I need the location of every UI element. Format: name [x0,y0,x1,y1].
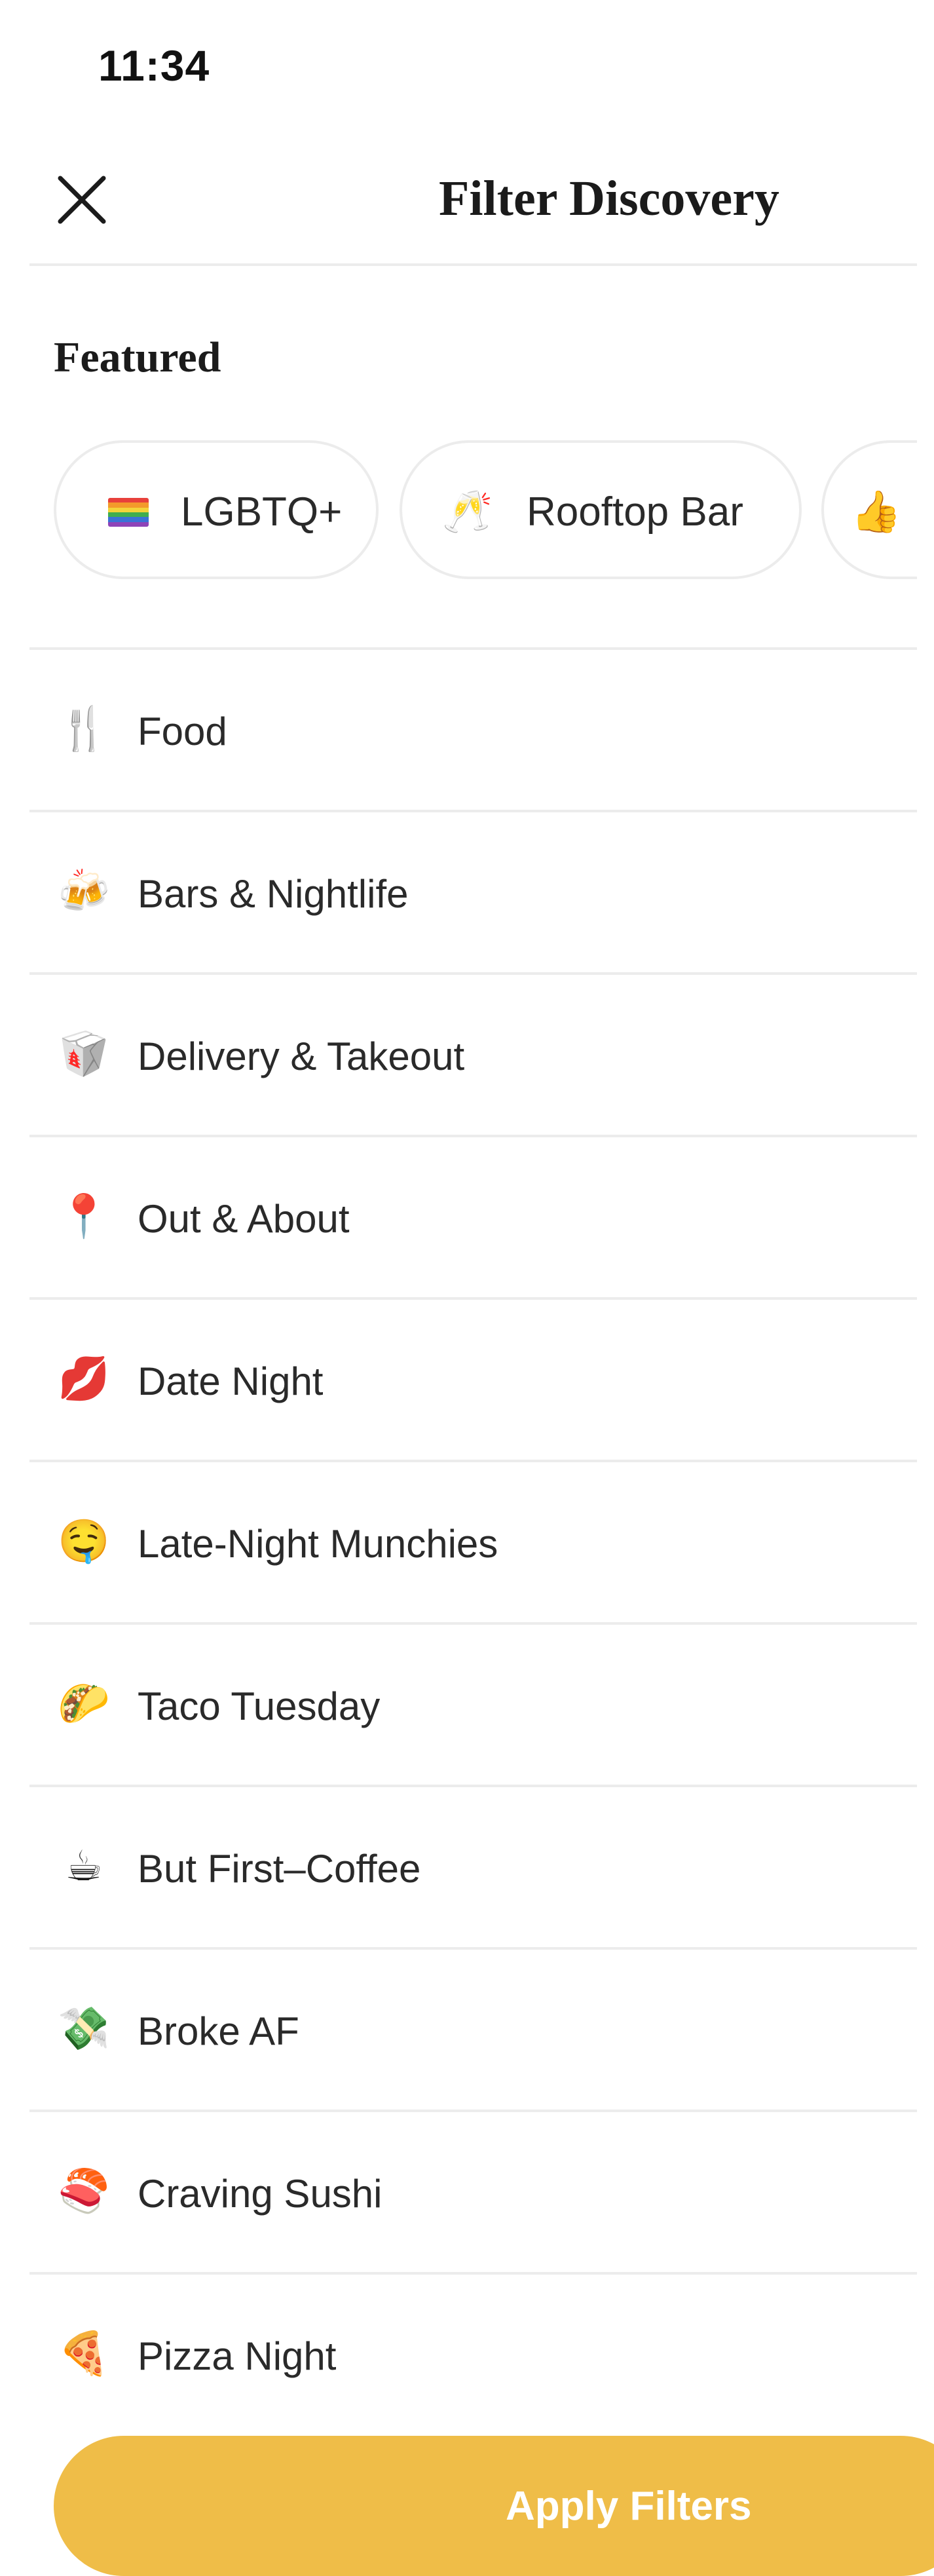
category-item-food[interactable]: 🍴 Food [29,650,917,812]
category-label: Delivery & Takeout [138,1034,465,1078]
featured-section-title: Featured [54,333,221,381]
takeout-box-icon: 🥡 [58,1030,110,1077]
drooling-face-icon: 🤤 [58,1517,110,1564]
category-item-broke-af[interactable]: 💸 Broke AF [29,1950,917,2112]
close-icon [58,176,106,224]
flying-money-icon: 💸 [58,2005,110,2052]
chip-label: Rooftop Bar [527,489,743,535]
status-bar-time: 11:34 [98,41,210,90]
category-item-out-about[interactable]: 📍 Out & About [29,1137,917,1300]
lips-icon: 💋 [58,1355,110,1402]
category-label: Date Night [138,1359,324,1403]
pizza-icon: 🍕 [58,2330,110,2377]
category-label: Craving Sushi [138,2172,383,2216]
category-item-taco-tuesday[interactable]: 🌮 Taco Tuesday [29,1625,917,1787]
category-item-late-night-munchies[interactable]: 🤤 Late-Night Munchies [29,1462,917,1625]
category-item-bars-nightlife[interactable]: 🍻 Bars & Nightlife [29,812,917,975]
category-item-delivery-takeout[interactable]: 🥡 Delivery & Takeout [29,975,917,1137]
category-list: 🍴 Food 🍻 Bars & Nightlife 🥡 Delivery & T… [29,650,917,2437]
chip-label: LGBTQ+ [181,489,343,535]
category-label: Late-Night Munchies [138,1522,498,1566]
close-button[interactable] [46,164,118,236]
category-item-pizza-night[interactable]: 🍕 Pizza Night [29,2275,917,2437]
chip-thumbs-up[interactable]: 👍 [821,440,917,579]
category-label: Taco Tuesday [138,1684,381,1728]
category-item-craving-sushi[interactable]: 🍣 Craving Sushi [29,2112,917,2275]
champagne-toast-icon: 🥂 [442,489,493,535]
taco-icon: 🌮 [58,1680,110,1727]
category-label: Broke AF [138,2009,299,2053]
featured-chips-row[interactable]: LGBTQ+ 🥂 Rooftop Bar 👍 [54,440,917,584]
category-label: Bars & Nightlife [138,872,409,916]
page-title: Filter Discovery [439,171,779,226]
category-label: Food [138,710,227,753]
category-label: Out & About [138,1197,350,1241]
map-pin-icon: 📍 [58,1192,110,1240]
thumbs-up-icon: 👍 [851,489,902,535]
rainbow-flag-icon [96,480,161,545]
apply-filters-button[interactable]: Apply Filters [54,2436,934,2576]
header-divider [29,263,917,266]
category-item-but-first-coffee[interactable]: ☕ But First–Coffee [29,1787,917,1950]
sushi-icon: 🍣 [58,2167,110,2214]
category-label: But First–Coffee [138,1847,421,1891]
chip-lgbtq[interactable]: LGBTQ+ [54,440,379,579]
category-label: Pizza Night [138,2334,337,2378]
beer-mugs-icon: 🍻 [58,867,110,915]
fork-knife-icon: 🍴 [58,705,110,752]
header: Filter Discovery [0,131,934,262]
category-item-date-night[interactable]: 💋 Date Night [29,1300,917,1462]
coffee-icon: ☕ [65,1842,103,1889]
chip-rooftop-bar[interactable]: 🥂 Rooftop Bar [400,440,802,579]
apply-filters-label: Apply Filters [506,2484,752,2529]
